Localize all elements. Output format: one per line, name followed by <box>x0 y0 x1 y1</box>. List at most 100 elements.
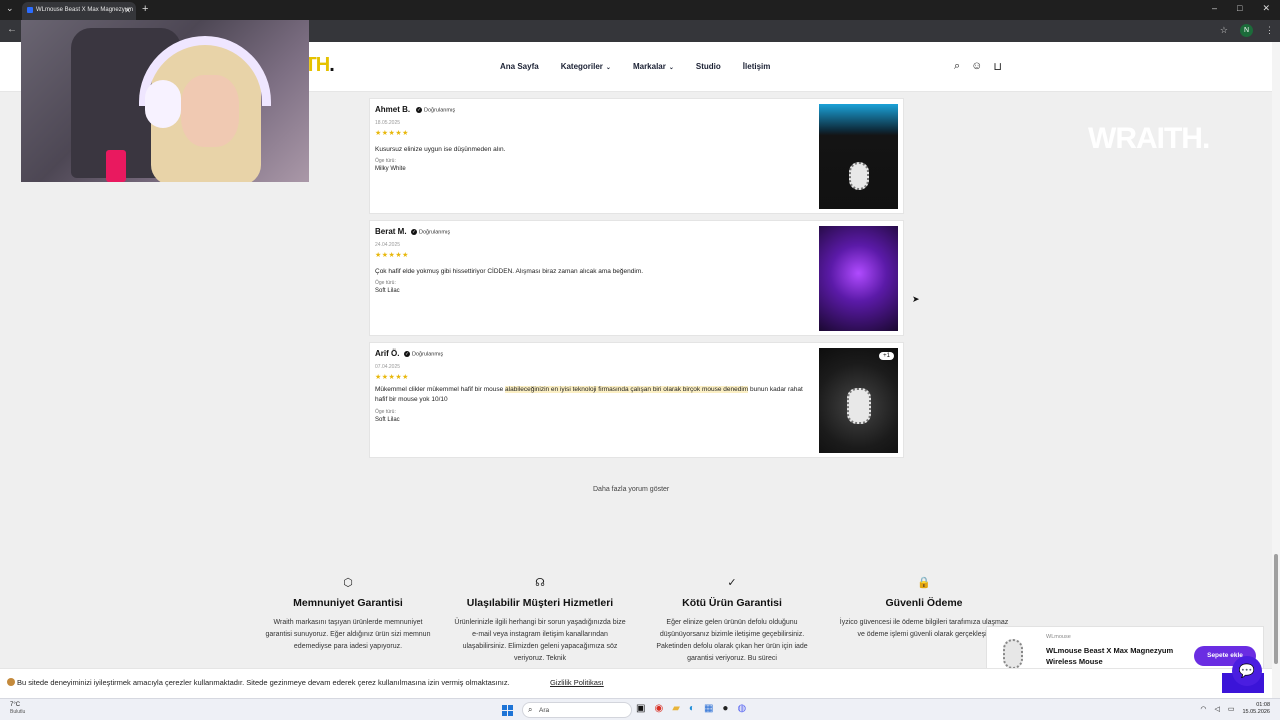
feature-text: Wraith markasını taşıyan ürünlerde memnu… <box>265 619 431 650</box>
nav-brands[interactable]: Markalar ⌄ <box>633 62 674 71</box>
product-thumbnail <box>1003 639 1023 669</box>
logo-dot: . <box>329 54 334 76</box>
search-icon: ⌕ <box>528 705 533 714</box>
nav-categories[interactable]: Kategoriler ⌄ <box>561 62 611 71</box>
task-view-icon[interactable]: ▣ <box>636 703 645 714</box>
wifi-icon[interactable]: ◠ <box>1200 705 1206 713</box>
windows-start-icon[interactable] <box>502 705 513 716</box>
review-date: 07.04.2025 <box>375 364 401 370</box>
chat-icon[interactable]: 💬 <box>1232 656 1262 686</box>
nav-studio[interactable]: Studio <box>696 62 721 71</box>
verified-badge: ✓ Doğrulanmış <box>404 351 443 357</box>
taskbar-apps: ▣ ◉ ▰ ◐ ▦ ● ◍ <box>636 703 746 714</box>
main-nav: Ana Sayfa Kategoriler ⌄ Markalar ⌄ Studio … <box>500 62 792 71</box>
file-explorer-icon[interactable]: ▰ <box>672 703 680 714</box>
feature-title: Ulaşılabilir Müşteri Hizmetleri <box>466 597 614 609</box>
maximize-button[interactable]: □ <box>1237 3 1242 14</box>
edge-icon[interactable]: ◐ <box>689 703 695 714</box>
nav-studio-label: Studio <box>695 62 721 71</box>
check-icon: ✓ <box>411 229 417 235</box>
menu-kebab-icon[interactable]: ⋮ <box>1265 25 1274 36</box>
volume-icon[interactable]: ◁ <box>1214 705 1219 713</box>
review-date: 24.04.2025 <box>375 242 401 248</box>
more-photos-badge[interactable]: +1 <box>879 352 894 360</box>
tab-title: WLmouse Beast X Max Magnezyum <box>36 7 134 13</box>
feature-satisfaction: ⬡ Memnuniyet Garantisi Wraith markasını … <box>262 576 434 653</box>
feature-support: ☊ Ulaşılabilir Müşteri Hizmetleri Ürünle… <box>454 576 626 665</box>
discord-icon[interactable]: ◍ <box>737 703 746 714</box>
search-icon[interactable]: ⌕ <box>954 60 960 73</box>
scroll-thumb[interactable] <box>1274 554 1278 664</box>
toolbar-right: ☆ N ⋮ <box>1220 24 1274 37</box>
page-scrollbar[interactable] <box>1272 42 1280 698</box>
review-photo[interactable]: +1 <box>819 348 898 453</box>
review-photo[interactable] <box>819 226 898 331</box>
reviewer-name: Ahmet B. <box>375 105 411 114</box>
feature-title: Güvenli Ödeme <box>885 597 963 609</box>
review-text: Mükemmel clikler mükemmel hafif bir mous… <box>375 385 815 405</box>
nav-home[interactable]: Ana Sayfa <box>500 62 539 71</box>
review-list: Ahmet B. ✓ Doğrulanmış 18.05.2025 ★★★★★ K… <box>369 98 904 464</box>
chrome-icon[interactable]: ◉ <box>654 703 663 714</box>
clock[interactable]: 01:08 15.05.2026 <box>1242 702 1270 716</box>
cart-icon[interactable]: ⊔ <box>993 60 1002 73</box>
review-text: Çok hafif elde yokmuş gibi hissettiriyor… <box>375 267 815 277</box>
feature-payment: 🔒 Güvenli Ödeme İyzico güvencesi ile öde… <box>838 576 1010 641</box>
review-card: Arif Ö. ✓ Doğrulanmış 07.04.2025 ★★★★★ Mü… <box>369 342 904 458</box>
variant-label: Öge türü: <box>375 409 396 415</box>
headset-icon: ☊ <box>535 577 545 589</box>
mouse-image <box>849 162 869 190</box>
weather-condition: Bulutlu <box>10 709 26 715</box>
verified-badge: ✓ Doğrulanmış <box>411 229 450 235</box>
check-circle-icon: ✓ <box>727 577 737 589</box>
clock-date: 15.05.2026 <box>1242 709 1270 715</box>
tab-search-icon[interactable]: ⌄ <box>6 3 14 14</box>
minimize-button[interactable]: – <box>1212 3 1217 14</box>
check-icon: ✓ <box>416 107 422 113</box>
browser-tab-active[interactable]: WLmouse Beast X Max Magnezyum ✕ <box>22 2 136 20</box>
new-tab-button[interactable]: + <box>142 3 148 15</box>
variant-label: Öge türü: <box>375 158 396 164</box>
nav-contact-label: İletişim <box>742 62 771 71</box>
privacy-policy-link[interactable]: Gizlilik Politikası <box>550 678 604 687</box>
webcam-overlay <box>21 20 309 182</box>
show-more-reviews-button[interactable]: Daha fazla yorum göster <box>593 486 669 493</box>
product-name: WLmouse Beast X Max Magnezyum Wireless M… <box>1046 646 1174 666</box>
cookie-text: Bu sitede deneyiminizi iyileştirmek amac… <box>17 678 510 687</box>
cookie-icon <box>7 678 15 686</box>
weather-widget[interactable]: 7°C Bulutlu <box>10 702 25 716</box>
feature-text: Eğer elinize gelen ürünün defolu olduğun… <box>656 619 808 662</box>
chevron-down-icon: ⌄ <box>668 65 674 71</box>
review-text-main: Mükemmel clikler mükemmel hafif bir mous… <box>375 386 506 393</box>
feature-text: İyzico güvencesi ile ödeme bilgileri tar… <box>839 619 1009 638</box>
windows-taskbar: 7°C Bulutlu ⌕ Ara ▣ ◉ ▰ ◐ ▦ ● ◍ ◠ ◁ ▭ 01… <box>0 698 1280 720</box>
review-photo[interactable] <box>819 104 898 209</box>
close-window-button[interactable]: ✕ <box>1262 3 1270 14</box>
account-icon[interactable]: ☺ <box>971 60 982 73</box>
review-card: Berat M. ✓ Doğrulanmış 24.04.2025 ★★★★★ Ç… <box>369 220 904 336</box>
app-icon[interactable]: ● <box>722 703 728 714</box>
review-text-main: Kusursuz elinize uygun ise düşünmeden al… <box>375 146 506 153</box>
box-icon: ⬡ <box>343 577 353 589</box>
mouse-image <box>847 388 871 424</box>
verified-label: Doğrulanmış <box>419 229 451 236</box>
window-controls: – □ ✕ <box>1212 3 1270 14</box>
variant-value: Milky White <box>375 166 406 172</box>
nav-contact[interactable]: İletişim <box>743 62 771 71</box>
back-arrow-icon[interactable]: ← <box>7 24 17 35</box>
header-icons: ⌕ ☺ ⊔ <box>954 60 1002 73</box>
nav-categories-label: Kategoriler <box>560 62 603 71</box>
variant-value: Soft Lilac <box>375 288 400 294</box>
profile-avatar[interactable]: N <box>1240 24 1253 37</box>
tab-close-icon[interactable]: ✕ <box>124 6 131 15</box>
feature-text: Ürünlerinizle ilgili herhangi bir sorun … <box>454 619 626 662</box>
webcam-light <box>106 150 126 182</box>
bookmark-star-icon[interactable]: ☆ <box>1220 25 1228 36</box>
reviewer-name: Berat M. <box>375 227 407 236</box>
star-rating: ★★★★★ <box>375 374 409 381</box>
taskbar-search[interactable]: ⌕ Ara <box>522 702 632 718</box>
verified-label: Doğrulanmış <box>424 107 456 114</box>
battery-icon[interactable]: ▭ <box>1228 705 1235 713</box>
store-icon[interactable]: ▦ <box>704 703 713 714</box>
check-icon: ✓ <box>404 351 410 357</box>
